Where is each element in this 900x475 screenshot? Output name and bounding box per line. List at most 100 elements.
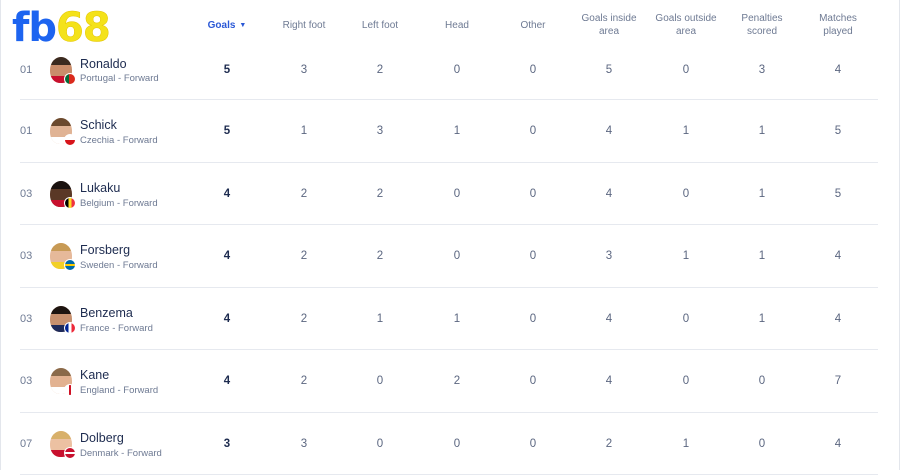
stat-penalties-scored: 0 [732,350,792,412]
table-left-border [0,0,1,470]
stat-goals-inside-area: 4 [579,100,639,162]
player-avatar[interactable] [47,241,75,271]
stat-goals: 4 [197,350,257,412]
stat-left-foot: 2 [350,163,410,225]
player-hair [50,57,72,65]
player-row[interactable]: 03 KaneEngland - Forward420204007 [20,350,878,413]
stat-other: 0 [503,225,563,287]
player-country-position: Belgium - Forward [80,198,158,209]
stat-other: 0 [503,413,563,475]
stat-matches-played: 4 [808,413,868,475]
player-name-link[interactable]: Schick [80,118,117,132]
stat-matches-played: 5 [808,100,868,162]
stat-right-foot: 1 [274,100,334,162]
stat-head: 2 [427,350,487,412]
belgium-flag-icon [64,197,76,209]
stat-left-foot: 1 [350,288,410,350]
stat-goals-outside-area: 0 [656,163,716,225]
stat-goals-outside-area: 0 [656,288,716,350]
stat-left-foot: 2 [350,225,410,287]
player-row[interactable]: 03 ForsbergSweden - Forward422003114 [20,225,878,288]
stat-left-foot: 0 [350,413,410,475]
column-header-other-label: Other [520,19,545,32]
stat-goals: 4 [197,163,257,225]
stat-goals-outside-area: 0 [656,350,716,412]
england-flag-icon [64,384,76,396]
stat-matches-played: 5 [808,163,868,225]
stat-goals-inside-area: 4 [579,350,639,412]
player-hair [50,368,72,376]
stat-other: 0 [503,41,563,99]
column-header-right-foot-label: Right foot [283,19,326,32]
player-country-position: Portugal - Forward [80,73,159,84]
stat-head: 1 [427,288,487,350]
player-name-link[interactable]: Forsberg [80,243,130,257]
stat-goals-inside-area: 3 [579,225,639,287]
player-row[interactable]: 01 RonaldoPortugal - Forward532005034 [20,42,878,100]
stat-head: 0 [427,163,487,225]
player-avatar[interactable] [47,116,75,146]
player-rank: 03 [20,350,34,412]
column-header-goals-label: Goals [208,19,236,32]
denmark-flag-icon [64,447,76,459]
player-hair [50,306,72,314]
stat-penalties-scored: 1 [732,100,792,162]
player-avatar[interactable] [47,55,75,85]
stat-head: 0 [427,413,487,475]
column-header-head-label: Head [445,19,469,32]
player-name-link[interactable]: Dolberg [80,431,124,445]
stat-goals-inside-area: 4 [579,163,639,225]
column-header-left-foot-label: Left foot [362,19,398,32]
stat-goals: 5 [197,41,257,99]
stat-goals-outside-area: 1 [656,100,716,162]
stat-left-foot: 3 [350,100,410,162]
player-hair [50,431,72,439]
player-avatar[interactable] [47,366,75,396]
stat-goals-inside-area: 4 [579,288,639,350]
stat-matches-played: 7 [808,350,868,412]
player-country-position: Sweden - Forward [80,260,158,271]
player-hair [50,118,72,126]
stat-penalties-scored: 1 [732,225,792,287]
player-row[interactable]: 03 LukakuBelgium - Forward422004015 [20,163,878,226]
player-avatar[interactable] [47,429,75,459]
stat-right-foot: 2 [274,163,334,225]
player-rank: 03 [20,163,34,225]
player-name-link[interactable]: Kane [80,368,109,382]
stat-penalties-scored: 1 [732,288,792,350]
player-country-position: Czechia - Forward [80,135,158,146]
stat-matches-played: 4 [808,288,868,350]
stat-matches-played: 4 [808,41,868,99]
stat-goals-outside-area: 0 [656,41,716,99]
player-rank: 01 [20,41,34,99]
player-avatar[interactable] [47,179,75,209]
player-row[interactable]: 01 SchickCzechia - Forward513104115 [20,100,878,163]
czechia-flag-icon [64,134,76,146]
column-header-matches-played-label: Matches played [806,12,870,38]
player-name-link[interactable]: Benzema [80,306,133,320]
stat-goals: 4 [197,288,257,350]
player-avatar[interactable] [47,304,75,334]
player-country-position: France - Forward [80,323,153,334]
player-row[interactable]: 07 DolbergDenmark - Forward330002104 [20,413,878,475]
stat-head: 0 [427,41,487,99]
stat-penalties-scored: 1 [732,163,792,225]
stat-right-foot: 2 [274,288,334,350]
stat-head: 0 [427,225,487,287]
sweden-flag-icon [64,259,76,271]
player-rank: 03 [20,225,34,287]
stat-goals-outside-area: 1 [656,225,716,287]
stat-right-foot: 2 [274,225,334,287]
sort-descending-icon: ▼ [239,19,246,32]
stat-right-foot: 3 [274,413,334,475]
player-name-link[interactable]: Lukaku [80,181,120,195]
player-row[interactable]: 03 BenzemaFrance - Forward421104014 [20,288,878,351]
stat-goals: 4 [197,225,257,287]
stat-goals: 5 [197,100,257,162]
column-header-goals-outside-area-label: Goals outside area [651,12,721,38]
column-header-penalties-scored-label: Penalties scored [730,12,794,38]
player-name-link[interactable]: Ronaldo [80,57,127,71]
stat-goals: 3 [197,413,257,475]
stat-left-foot: 2 [350,41,410,99]
player-rank: 01 [20,100,34,162]
